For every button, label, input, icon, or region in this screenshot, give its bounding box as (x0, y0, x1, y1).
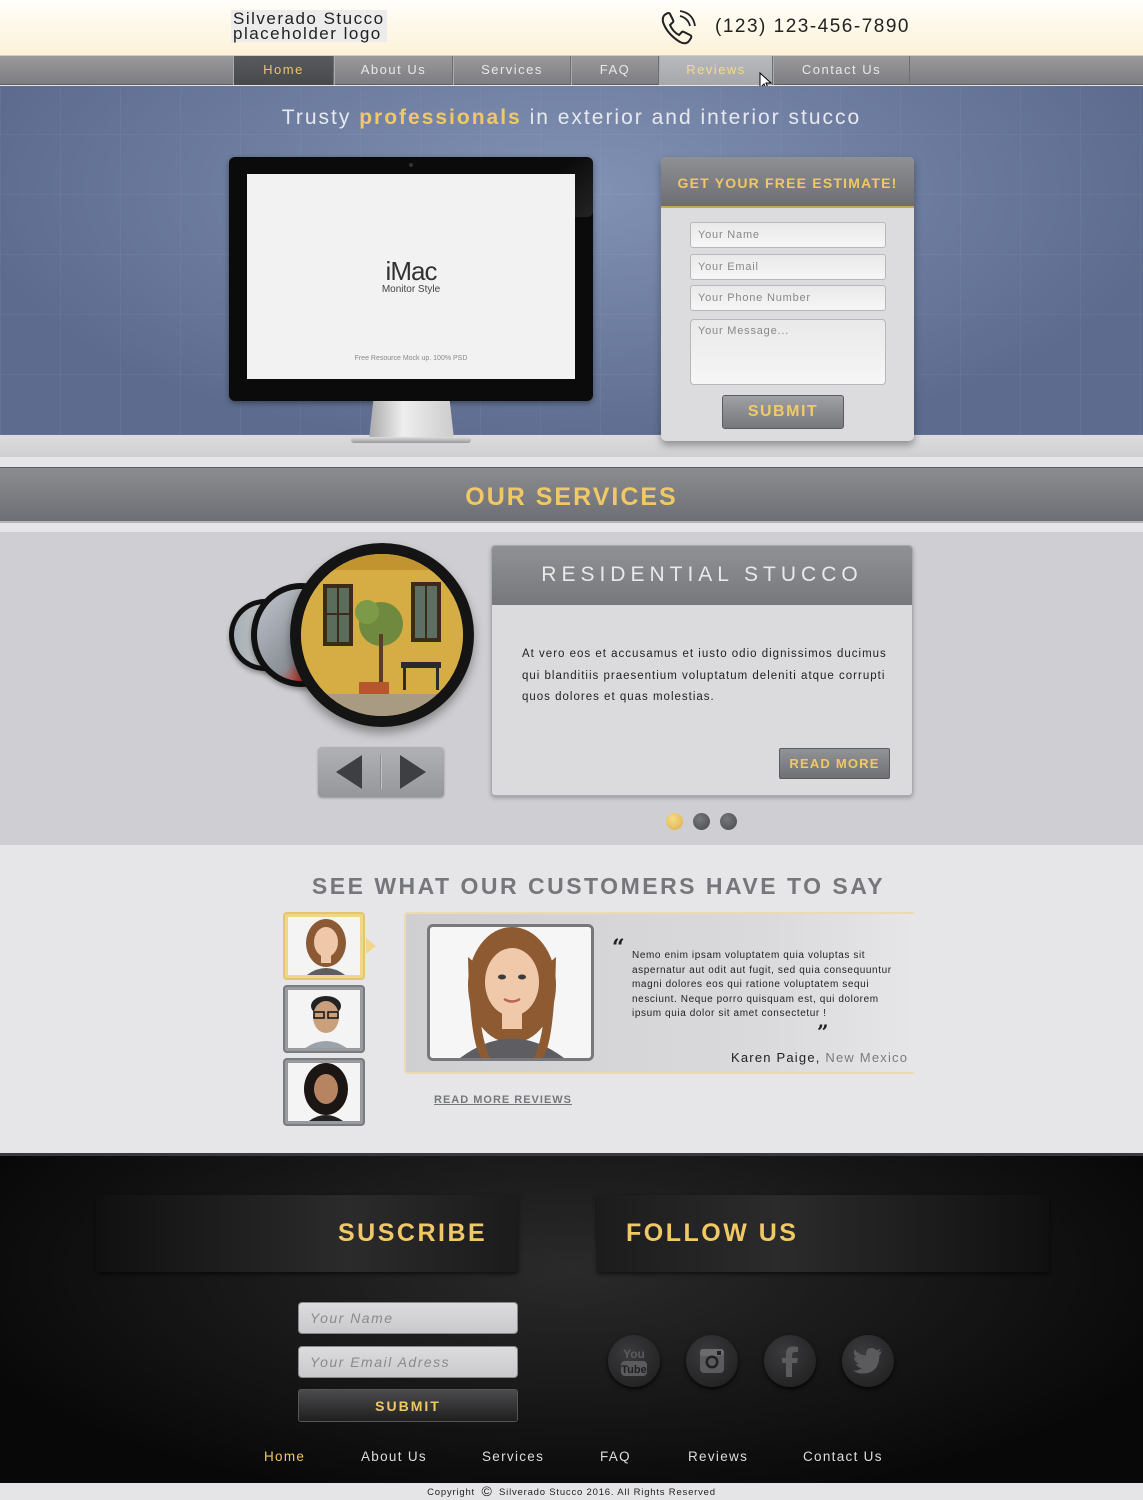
phone-number[interactable]: (123) 123-456-7890 (715, 16, 910, 38)
estimate-phone-input[interactable] (690, 285, 886, 311)
site-header: Silverado Stucco placeholder logo (123) … (0, 0, 1143, 56)
arrow-right-icon (400, 755, 426, 789)
subscribe-submit-button[interactable]: SUBMIT (298, 1389, 518, 1422)
imac-brand: iMac (385, 256, 438, 286)
testimonial-quote: Nemo enim ipsam voluptatem quia voluptas… (632, 950, 892, 1019)
copyright-label: Copyright (427, 1487, 475, 1498)
service-read-more-button[interactable]: READ MORE (779, 748, 890, 779)
services-title: OUR SERVICES (465, 483, 678, 511)
nav-item-about-us[interactable]: About Us (334, 56, 453, 85)
estimate-email-input[interactable] (690, 254, 886, 280)
testimonial-portrait (427, 924, 594, 1061)
estimate-form: GET YOUR FREE ESTIMATE! SUBMIT (661, 157, 914, 441)
author-location: New Mexico (825, 1050, 909, 1065)
copyright-symbol: © (481, 1483, 493, 1499)
hero-ledge (0, 435, 1143, 457)
svg-text:Tube: Tube (621, 1364, 646, 1376)
imac-stand (369, 401, 454, 439)
service-card-title: RESIDENTIAL STUCCO (492, 546, 912, 605)
testimonial-thumb-1[interactable] (283, 912, 365, 980)
hero-title-end: in exterior and interior stucco (521, 106, 862, 129)
gallery-photo (301, 554, 463, 716)
footer-nav-contact-us[interactable]: Contact Us (803, 1449, 883, 1464)
services-header-bar: OUR SERVICES (0, 467, 1143, 523)
footer-nav-services[interactable]: Services (482, 1449, 544, 1464)
subscribe-email-input[interactable] (298, 1346, 518, 1378)
estimate-name-input[interactable] (690, 222, 886, 248)
follow-title: FOLLOW US (626, 1219, 799, 1247)
nav-item-reviews[interactable]: Reviews (659, 56, 773, 85)
twitter-icon (853, 1348, 882, 1374)
subscribe-name-input[interactable] (298, 1302, 518, 1334)
testimonial-thumb-3[interactable] (283, 1058, 365, 1126)
footer-nav-about-us[interactable]: About Us (361, 1449, 427, 1464)
hero-title-highlight: professionals (359, 106, 522, 129)
hero-title: Trusty professionals in exterior and int… (0, 106, 1143, 130)
copyright-bar: Copyright © Silverado Stucco 2016. All R… (0, 1483, 1143, 1500)
service-card: RESIDENTIAL STUCCO At vero eos et accusa… (491, 545, 913, 796)
portrait-photo (430, 927, 591, 1058)
quote-close-mark: ” (817, 1020, 829, 1044)
nav-item-home[interactable]: Home (233, 56, 334, 85)
facebook-link[interactable] (764, 1335, 816, 1387)
youtube-icon: You Tube (621, 1347, 647, 1376)
read-more-reviews-link[interactable]: READ MORE REVIEWS (434, 1094, 572, 1106)
slide-dot-3[interactable] (720, 813, 737, 830)
stucco-house-image (301, 554, 463, 716)
imac-footnote: Free Resource Mock up. 100% PSD (354, 355, 468, 362)
imac-screen: iMac Monitor Style Free Resource Mock up… (247, 174, 575, 379)
estimate-message-input[interactable] (690, 319, 886, 385)
gallery-arrows (318, 747, 444, 797)
gallery-prev-button[interactable] (318, 747, 381, 797)
avatar-man (288, 990, 360, 1048)
footer-nav-home[interactable]: Home (264, 1449, 305, 1464)
nav-item-contact-us[interactable]: Contact Us (773, 56, 910, 85)
imac-base (351, 437, 471, 443)
footer-nav-faq[interactable]: FAQ (600, 1449, 631, 1464)
gallery-next-button[interactable] (381, 747, 444, 797)
camera-dot (409, 163, 413, 167)
imac-subtitle: Monitor Style (381, 284, 441, 295)
service-card-text: At vero eos et accusamus et iusto odio d… (522, 648, 887, 703)
imac-mockup: iMac Monitor Style Free Resource Mock up… (229, 157, 593, 401)
copyright-text: Silverado Stucco 2016. All Rights Reserv… (499, 1487, 716, 1498)
facebook-icon (782, 1346, 798, 1377)
testimonial-author: Karen Paige, New Mexico (731, 1050, 908, 1065)
youtube-link[interactable]: You Tube (608, 1335, 660, 1387)
subscribe-title: SUSCRIBE (338, 1219, 488, 1247)
twitter-link[interactable] (842, 1335, 894, 1387)
svg-text:You: You (623, 1347, 645, 1361)
author-name: Karen Paige, (731, 1050, 826, 1065)
avatar-woman-1 (288, 917, 360, 975)
instagram-link[interactable] (686, 1335, 738, 1387)
instagram-icon (700, 1349, 724, 1373)
arrow-left-icon (336, 755, 362, 789)
thumb-selected-arrow (366, 938, 376, 954)
avatar-woman-2 (288, 1063, 360, 1121)
nav-item-services[interactable]: Services (453, 56, 571, 85)
testimonial-thumb-2[interactable] (283, 985, 365, 1053)
estimate-submit-button[interactable]: SUBMIT (722, 395, 844, 429)
estimate-title: GET YOUR FREE ESTIMATE! (661, 157, 914, 208)
phone-icon (661, 10, 696, 45)
gallery-circle-main[interactable] (290, 543, 474, 727)
logo[interactable]: Silverado Stucco placeholder logo (231, 10, 387, 42)
quote-open-mark: “ (612, 935, 625, 961)
testimonials-title: SEE WHAT OUR CUSTOMERS HAVE TO SAY (311, 873, 886, 899)
footer-nav-reviews[interactable]: Reviews (688, 1449, 748, 1464)
nav-item-faq[interactable]: FAQ (571, 56, 659, 85)
hero-title-start: Trusty (281, 106, 360, 129)
slide-dot-2[interactable] (693, 813, 710, 830)
main-nav: Home About Us Services FAQ Reviews Conta… (0, 56, 1143, 85)
slide-dot-1[interactable] (666, 813, 683, 830)
